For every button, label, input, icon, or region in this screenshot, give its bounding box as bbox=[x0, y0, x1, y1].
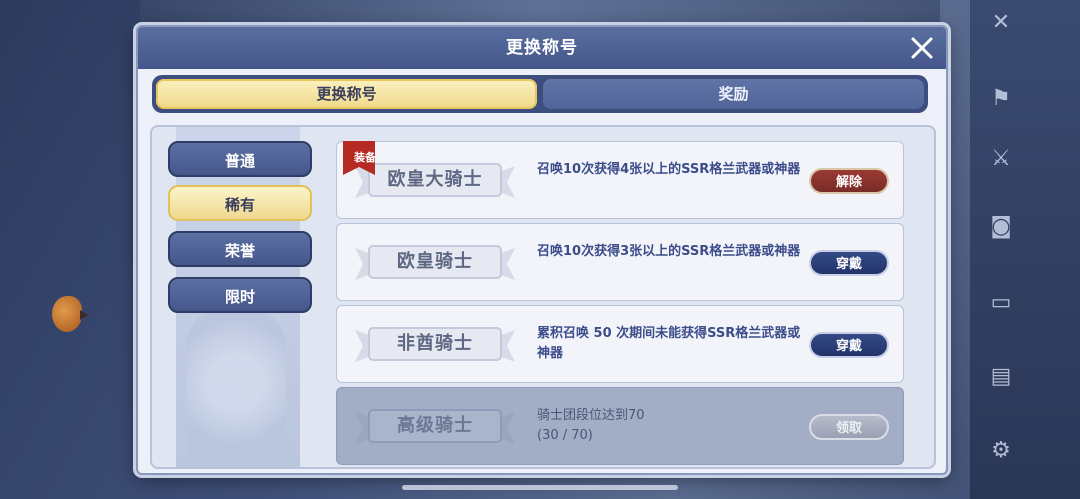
title-card: 欧皇大骑士 装备 召唤10次获得4张以上的SSR格兰武器或神器 解除 bbox=[336, 141, 904, 219]
content-panel: 普通 稀有 荣誉 限时 欧皇大骑士 装备 召唤10次获得4张以上的SSR格兰武器… bbox=[150, 125, 936, 469]
category-rare[interactable]: 稀有 bbox=[168, 185, 312, 221]
title-card: 欧皇骑士 召唤10次获得3张以上的SSR格兰武器或神器 穿戴 bbox=[336, 223, 904, 301]
tab-bar: 更换称号 奖励 bbox=[152, 75, 928, 113]
character-illustration bbox=[186, 307, 286, 457]
title-description: 召唤10次获得3张以上的SSR格兰武器或神器 bbox=[537, 244, 801, 259]
background-top-bar bbox=[140, 0, 940, 28]
title-card: 非酋骑士 累积召唤 50 次期间未能获得SSR格兰武器或神器 穿戴 bbox=[336, 305, 904, 383]
unequip-button[interactable]: 解除 bbox=[809, 168, 889, 194]
category-honor[interactable]: 荣誉 bbox=[168, 231, 312, 267]
title-banner: 高级骑士 bbox=[351, 404, 519, 448]
title-name: 非酋骑士 bbox=[397, 333, 473, 354]
wear-button[interactable]: 穿戴 bbox=[809, 250, 889, 276]
close-button[interactable] bbox=[906, 32, 938, 64]
change-title-dialog: 更换称号 更换称号 奖励 普通 稀有 荣誉 限时 欧皇大骑士 装备 召唤10次获… bbox=[136, 25, 948, 475]
category-normal[interactable]: 普通 bbox=[168, 141, 312, 177]
tab-change-title[interactable]: 更换称号 bbox=[156, 79, 537, 109]
equipped-badge: 装备 bbox=[343, 141, 376, 175]
title-card-locked: 高级骑士 骑士团段位达到70 (30 / 70) 领取 bbox=[336, 387, 904, 465]
swords-icon[interactable]: ⚔ bbox=[988, 146, 1014, 172]
chat-icon[interactable]: ▭ bbox=[988, 290, 1014, 316]
title-banner: 非酋骑士 bbox=[351, 322, 519, 366]
title-description: 召唤10次获得4张以上的SSR格兰武器或神器 bbox=[537, 162, 801, 177]
category-limited[interactable]: 限时 bbox=[168, 277, 312, 313]
claim-button[interactable]: 领取 bbox=[809, 414, 889, 440]
title-description: 累积召唤 50 次期间未能获得SSR格兰武器或神器 bbox=[537, 326, 801, 361]
dialog-header: 更换称号 bbox=[138, 27, 946, 69]
title-requirement: 骑士团段位达到70 bbox=[537, 408, 645, 423]
camera-icon[interactable]: ◙ bbox=[988, 214, 1014, 240]
home-indicator[interactable] bbox=[402, 485, 678, 490]
title-name: 欧皇骑士 bbox=[397, 251, 473, 272]
title-name: 高级骑士 bbox=[397, 415, 473, 436]
wear-button[interactable]: 穿戴 bbox=[809, 332, 889, 358]
background-side-menu bbox=[970, 0, 1080, 499]
title-description: 骑士团段位达到70 (30 / 70) bbox=[537, 406, 809, 446]
close-x-icon[interactable]: ✕ bbox=[988, 10, 1014, 36]
gear-icon[interactable]: ⚙ bbox=[988, 438, 1014, 464]
close-icon bbox=[911, 37, 933, 59]
title-progress: (30 / 70) bbox=[537, 428, 593, 443]
trash-icon[interactable]: ▤ bbox=[988, 364, 1014, 390]
tab-rewards[interactable]: 奖励 bbox=[543, 79, 924, 109]
flag-icon[interactable]: ⚑ bbox=[988, 86, 1014, 112]
mascot-icon bbox=[52, 296, 88, 332]
title-list: 欧皇大骑士 装备 召唤10次获得4张以上的SSR格兰武器或神器 解除 欧皇骑士 … bbox=[336, 137, 906, 467]
equipped-label: 装备 bbox=[354, 151, 376, 164]
dialog-title: 更换称号 bbox=[506, 38, 578, 58]
title-banner: 欧皇骑士 bbox=[351, 240, 519, 284]
